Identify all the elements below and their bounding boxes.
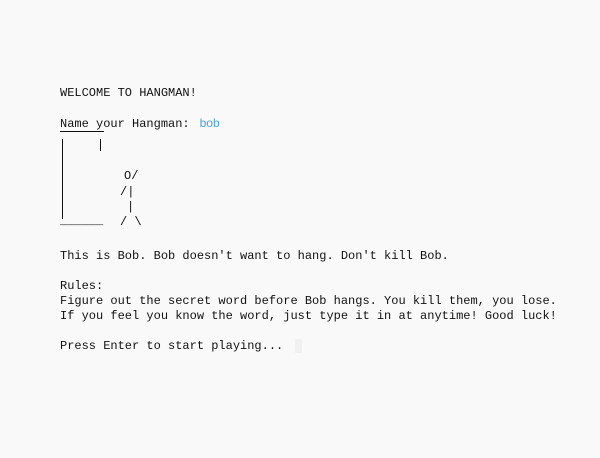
rule-line-2: If you feel you know the word, just type… [60, 309, 557, 323]
start-prompt: Press Enter to start playing... [60, 339, 284, 354]
gallows-post [62, 139, 63, 219]
hangman-body: | [127, 200, 135, 214]
hangman-head-arm: O/ [124, 169, 139, 183]
welcome-title: WELCOME TO HANGMAN! [60, 86, 197, 100]
gallows-top-beam [60, 131, 104, 132]
rule-line-1: Figure out the secret word before Bob ha… [60, 294, 557, 308]
terminal-output: WELCOME TO HANGMAN! Name your Hangman: bo… [60, 86, 590, 354]
hangman-arm-body: /| [120, 185, 135, 199]
gallows-drawing: O/ /| | / \ ______ [60, 129, 170, 249]
intro-text: This is Bob. Bob doesn't want to hang. D… [60, 249, 449, 263]
rules-title: Rules: [60, 279, 104, 293]
hangman-name-input[interactable]: bob [200, 116, 220, 130]
gallows-base: ______ [60, 214, 104, 228]
start-prompt-row: Press Enter to start playing... [60, 339, 590, 354]
hangman-legs: / \ [120, 215, 142, 229]
input-cursor[interactable] [295, 339, 303, 353]
gallows-rope [100, 139, 101, 151]
